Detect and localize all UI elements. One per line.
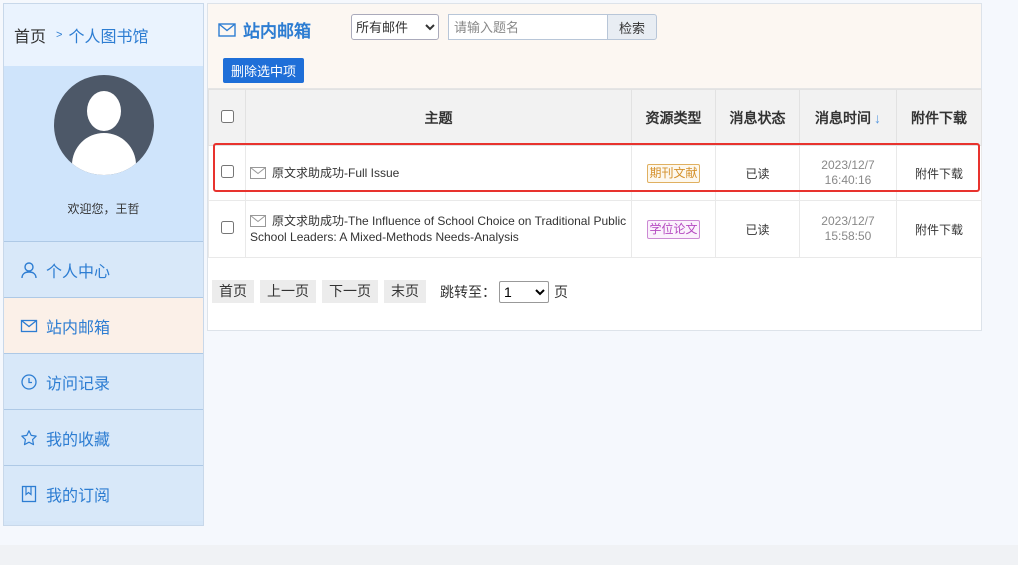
user-icon: [21, 261, 37, 278]
select-all-checkbox[interactable]: [220, 109, 234, 123]
page-title: 站内邮箱: [218, 17, 311, 42]
row-checkbox[interactable]: [220, 221, 234, 234]
breadcrumb-current[interactable]: 个人图书馆: [68, 23, 148, 47]
page-title-text: 站内邮箱: [243, 22, 311, 41]
row-subject[interactable]: 原文求助成功-Full Issue: [245, 145, 632, 201]
row-time: 2023/12/7 15:58:50: [799, 200, 897, 258]
row-clock: 16:40:16: [824, 173, 872, 187]
footer-strip: [0, 545, 1018, 565]
next-page-button[interactable]: 下一页: [322, 280, 378, 303]
header-subject: 主题: [245, 89, 632, 146]
row-date: 2023/12/7: [821, 214, 875, 228]
page-unit-label: 页: [554, 283, 568, 300]
sidebar-item-subscriptions[interactable]: 我的订阅: [4, 465, 203, 521]
sidebar-item-label: 站内邮箱: [46, 319, 111, 337]
table-row[interactable]: 原文求助成功-The Influence of School Choice on…: [208, 200, 982, 258]
header-time[interactable]: 消息时间 ↓: [799, 89, 897, 146]
row-status: 已读: [715, 200, 800, 258]
envelope-icon: [250, 167, 266, 179]
sort-arrow-icon[interactable]: ↓: [874, 110, 881, 126]
resource-type-badge: 学位论文: [647, 219, 700, 239]
row-subject[interactable]: 原文求助成功-The Influence of School Choice on…: [245, 200, 632, 258]
header-attachment: 附件下载: [896, 89, 982, 146]
last-page-button[interactable]: 末页: [384, 280, 426, 303]
header-time-label: 消息时间: [815, 109, 871, 126]
row-checkbox[interactable]: [220, 165, 234, 178]
breadcrumb-separator: >: [56, 29, 63, 41]
breadcrumb: 首页 > 个人图书馆: [4, 4, 203, 66]
sidebar-item-favorites[interactable]: 我的收藏: [4, 409, 203, 465]
row-clock: 15:58:50: [824, 229, 872, 243]
sidebar-item-label: 个人中心: [46, 263, 111, 281]
header-status: 消息状态: [715, 89, 800, 146]
header-resource-type: 资源类型: [631, 89, 716, 146]
page-jump-select[interactable]: 1: [499, 280, 549, 303]
resource-type-badge: 期刊文献: [647, 163, 700, 183]
welcome-text: 欢迎您，王哲: [67, 202, 140, 216]
envelope-icon: [250, 215, 266, 227]
row-subject-text[interactable]: 原文求助成功-Full Issue: [272, 166, 399, 180]
select-all-cell: [208, 89, 246, 146]
mail-icon: [20, 319, 38, 332]
table-header-row: 主题 资源类型 消息状态 消息时间 ↓ 附件下载: [208, 89, 982, 146]
sidebar-item-label: 我的订阅: [46, 487, 111, 505]
table-row[interactable]: 原文求助成功-Full Issue 期刊文献 已读 2023/12/7 16:40…: [208, 145, 982, 201]
sidebar-item-personal-center[interactable]: 个人中心: [4, 241, 203, 297]
sidebar-item-label: 我的收藏: [46, 431, 111, 449]
mail-icon: [218, 22, 236, 37]
star-icon: [21, 429, 37, 445]
sidebar-item-mailbox[interactable]: 站内邮箱: [4, 297, 203, 353]
profile-card: 欢迎您，王哲: [4, 66, 203, 241]
jump-label: 跳转至：: [440, 283, 496, 300]
clock-icon: [21, 373, 37, 390]
sidebar-item-label: 访问记录: [46, 375, 111, 393]
sidebar-item-history[interactable]: 访问记录: [4, 353, 203, 409]
bookmark-icon: [21, 485, 37, 502]
delete-selected-button[interactable]: 删除选中项: [223, 58, 304, 83]
pagination: 首页 上一页 下一页 末页 跳转至： 1 页: [212, 280, 568, 303]
toolbar: 站内邮箱 所有邮件 检索 删除选中项: [208, 4, 981, 89]
attachment-download-link[interactable]: 附件下载: [896, 200, 982, 258]
attachment-download-link[interactable]: 附件下载: [896, 145, 982, 201]
avatar: [54, 75, 154, 175]
first-page-button[interactable]: 首页: [212, 280, 254, 303]
prev-page-button[interactable]: 上一页: [260, 280, 316, 303]
mail-table: 主题 资源类型 消息状态 消息时间 ↓ 附件下载 原文求助成功-Full Issu…: [208, 89, 982, 258]
row-subject-text[interactable]: 原文求助成功-The Influence of School Choice on…: [250, 214, 626, 244]
row-date: 2023/12/7: [821, 158, 875, 172]
sidebar: 首页 > 个人图书馆 欢迎您，王哲 个人中心 站内邮箱 访问记录 我的收藏 我的…: [3, 3, 204, 526]
breadcrumb-home-link[interactable]: 首页: [14, 23, 46, 47]
search-button[interactable]: 检索: [607, 14, 657, 40]
row-time: 2023/12/7 16:40:16: [799, 145, 897, 201]
mailbox-panel: 站内邮箱 所有邮件 检索 删除选中项 主题 资源类型 消息状态 消息时间↓ 附件…: [207, 3, 982, 331]
mail-folder-select[interactable]: 所有邮件: [351, 14, 439, 40]
search-input[interactable]: [448, 14, 608, 40]
row-status: 已读: [715, 145, 800, 201]
